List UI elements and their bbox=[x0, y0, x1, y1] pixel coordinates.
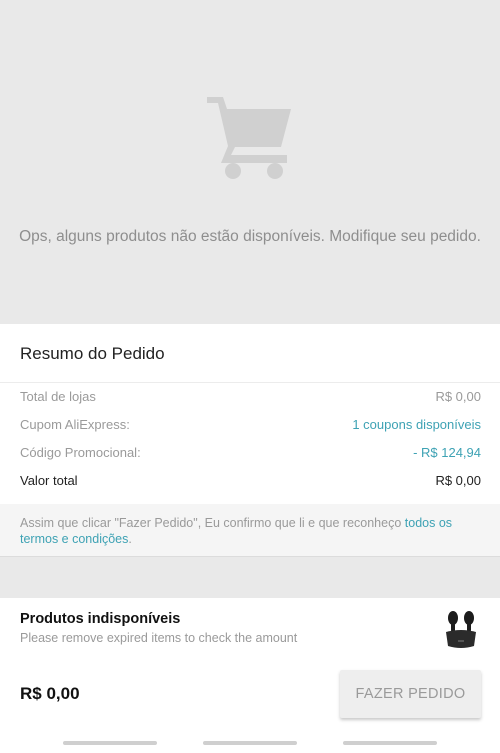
shopping-cart-icon bbox=[207, 97, 291, 179]
summary-row-coupon: Cupom AliExpress: 1 coupons disponíveis bbox=[20, 417, 481, 437]
product-thumbnail[interactable] bbox=[440, 606, 482, 650]
checkout-footer: Produtos indisponíveis Please remove exp… bbox=[0, 598, 500, 753]
row-label: Valor total bbox=[20, 473, 78, 488]
coupons-available-link[interactable]: 1 coupons disponíveis bbox=[352, 417, 481, 432]
place-order-button[interactable]: FAZER PEDIDO bbox=[340, 670, 481, 718]
summary-row-total: Valor total R$ 0,00 bbox=[20, 473, 481, 493]
row-value: R$ 0,00 bbox=[435, 389, 481, 404]
unavailable-subtitle: Please remove expired items to check the… bbox=[20, 631, 298, 645]
summary-row-stores: Total de lojas R$ 0,00 bbox=[20, 389, 481, 409]
row-label: Código Promocional: bbox=[20, 445, 141, 460]
terms-prefix: Assim que clicar "Fazer Pedido", Eu conf… bbox=[20, 516, 405, 530]
unavailable-title: Produtos indisponíveis bbox=[20, 611, 181, 627]
nav-handle bbox=[203, 741, 297, 745]
row-label: Cupom AliExpress: bbox=[20, 417, 130, 432]
empty-message: Ops, alguns produtos não estão disponíve… bbox=[19, 228, 481, 245]
nav-handle bbox=[63, 741, 157, 745]
row-label: Total de lojas bbox=[20, 389, 96, 404]
empty-cart-area: Ops, alguns produtos não estão disponíve… bbox=[0, 0, 500, 324]
terms-text: Assim que clicar "Fazer Pedido", Eu conf… bbox=[20, 515, 482, 547]
order-total: R$ 0,00 bbox=[20, 684, 80, 703]
summary-row-promo: Código Promocional: - R$ 124,94 bbox=[20, 445, 481, 465]
promo-code-value[interactable]: - R$ 124,94 bbox=[413, 445, 481, 460]
terms-notice: Assim que clicar "Fazer Pedido", Eu conf… bbox=[0, 504, 500, 557]
order-summary: Resumo do Pedido Total de lojas R$ 0,00 … bbox=[0, 324, 500, 504]
row-value: R$ 0,00 bbox=[435, 473, 481, 488]
summary-title: Resumo do Pedido bbox=[20, 344, 165, 363]
nav-handle bbox=[343, 741, 437, 745]
terms-suffix: . bbox=[128, 532, 132, 546]
divider bbox=[0, 382, 500, 383]
